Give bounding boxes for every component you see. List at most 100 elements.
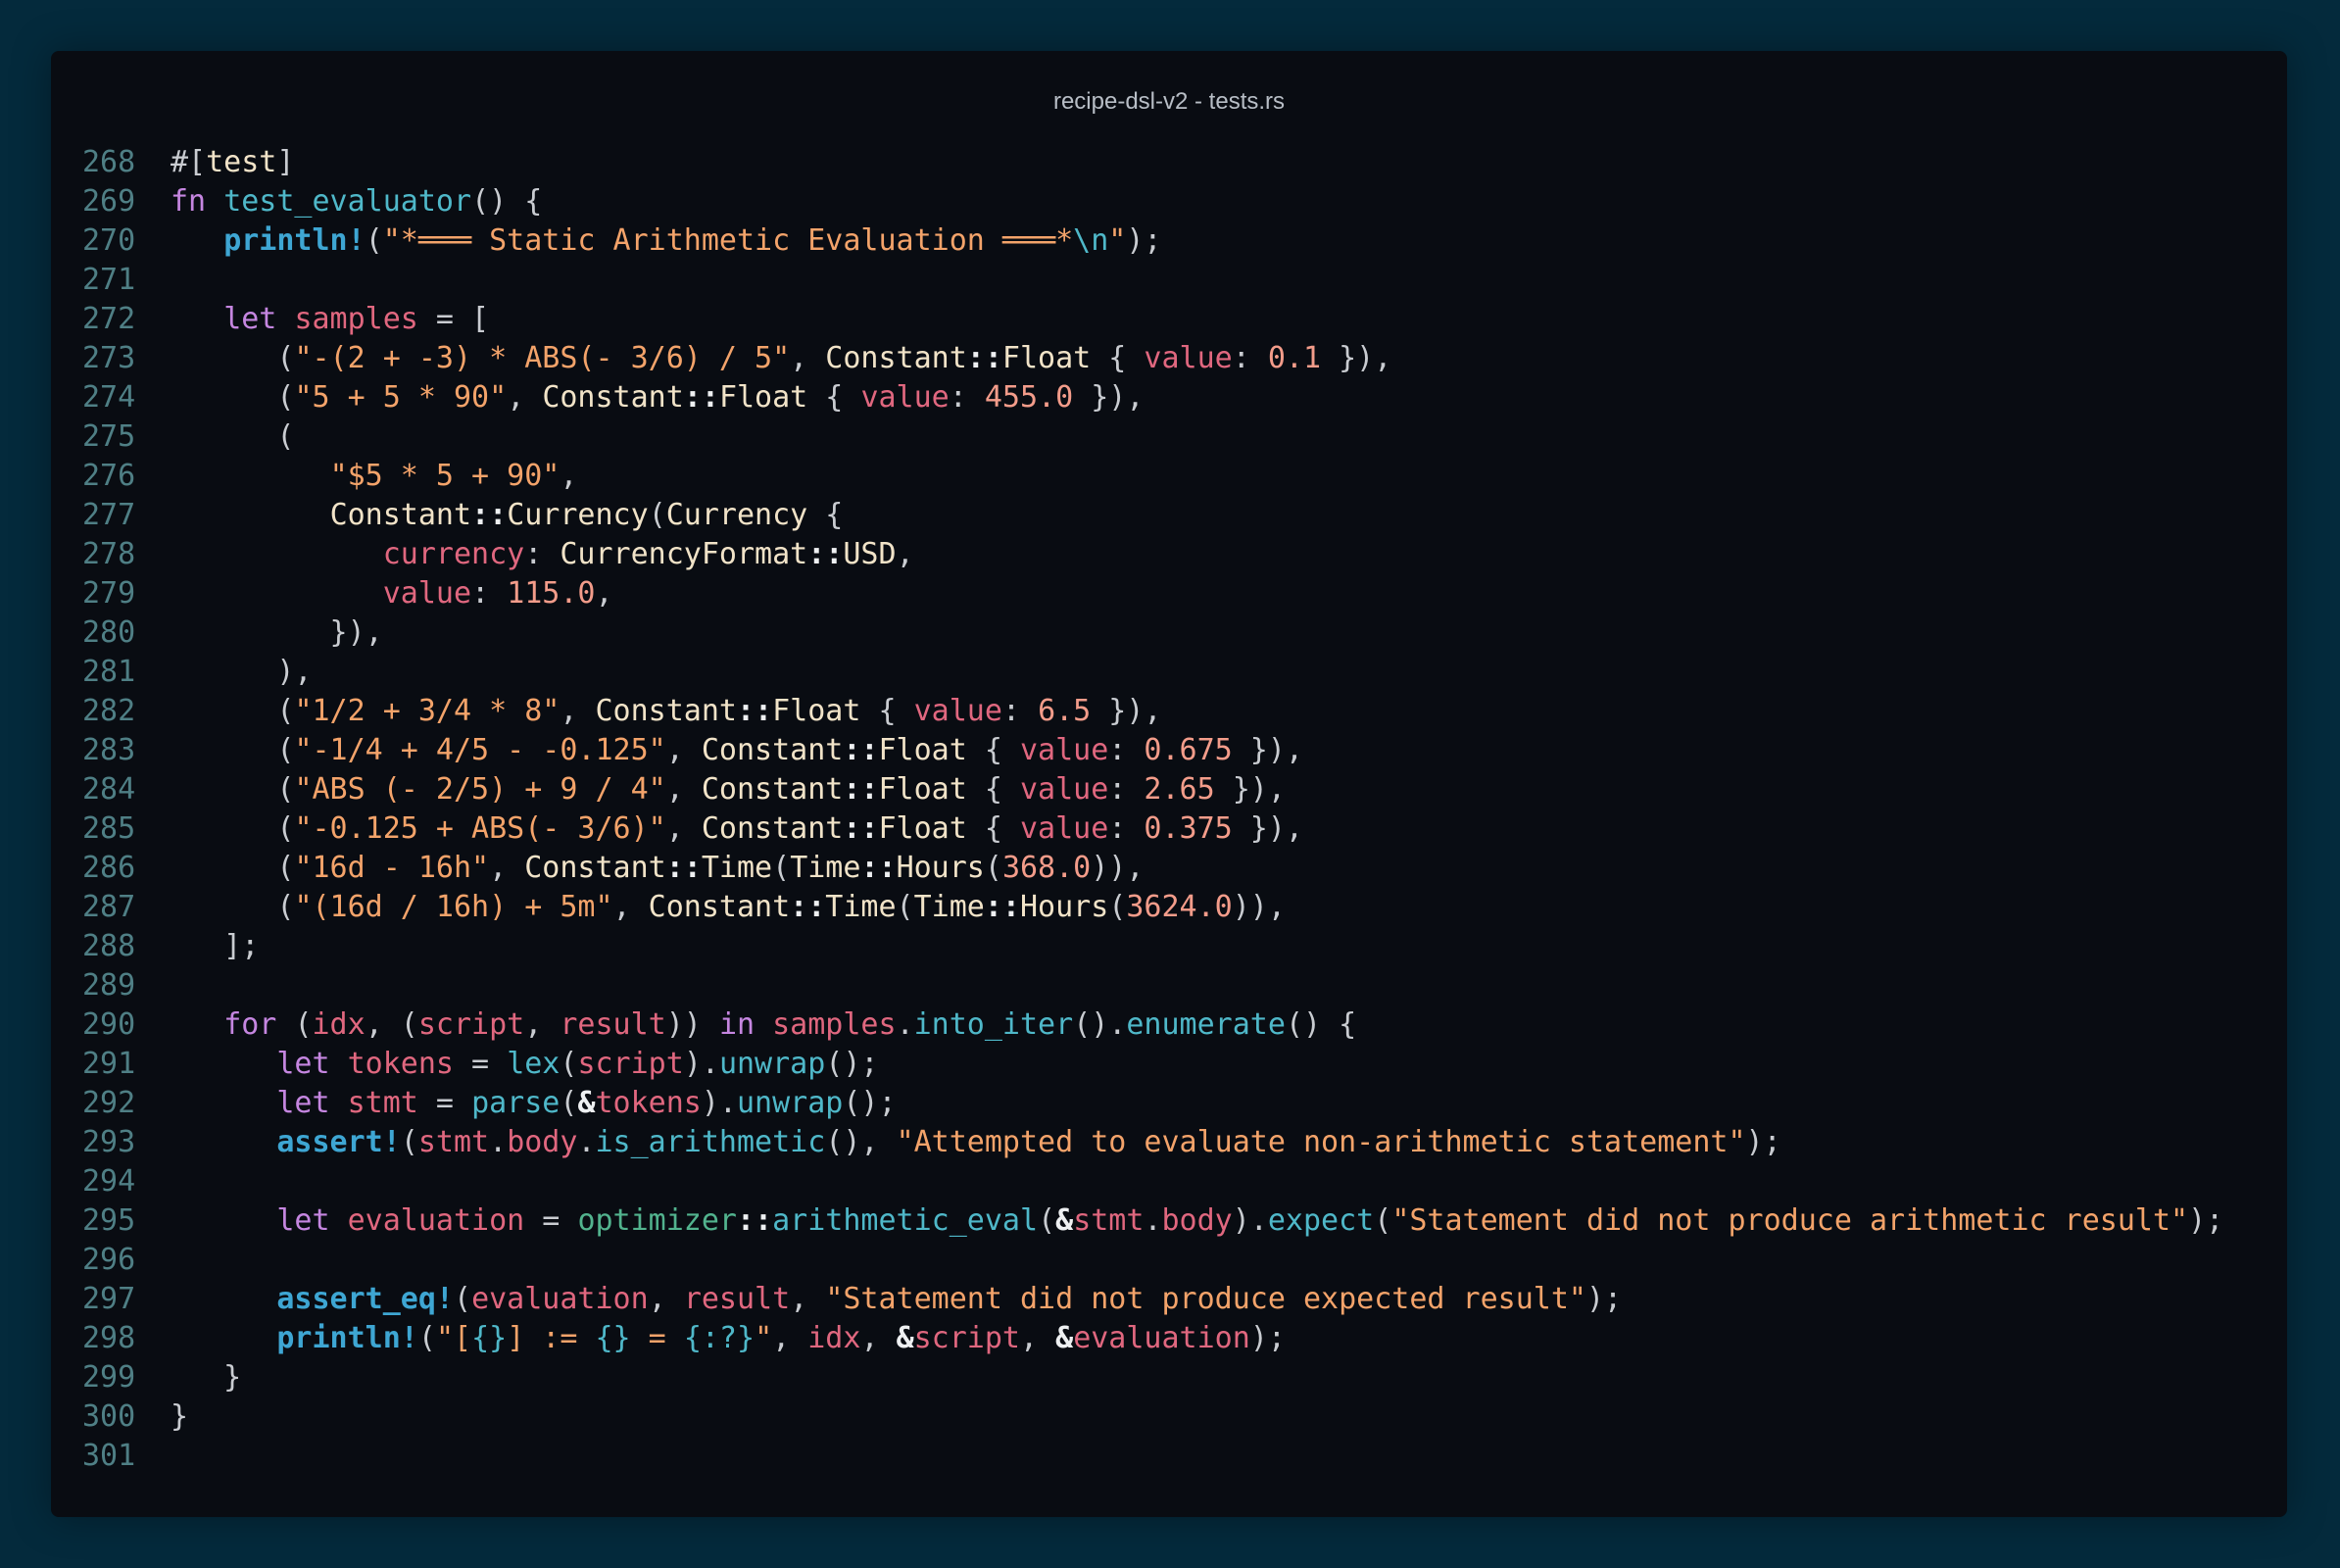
line-source: assert_eq!(evaluation, result, "Statemen… — [171, 1280, 1622, 1319]
code-line[interactable]: 285 ("-0.125 + ABS(- 3/6)", Constant::Fl… — [82, 809, 2223, 849]
code-token: , — [560, 459, 578, 493]
code-token: }), — [1321, 341, 1392, 375]
code-line[interactable]: 271 — [82, 261, 2223, 300]
code-token: let — [276, 1203, 348, 1238]
code-token: ), — [171, 655, 313, 689]
line-source: ]; — [171, 927, 259, 966]
code-token: "16d - 16h" — [294, 851, 490, 885]
code-token: idx — [312, 1007, 366, 1042]
code-line[interactable]: 275 ( — [82, 417, 2223, 457]
code-token: script — [577, 1047, 684, 1081]
code-token: ). — [701, 1086, 737, 1120]
code-token: 455.0 — [984, 380, 1074, 415]
code-token: "(16d / 16h) + 5m" — [294, 890, 613, 924]
code-line[interactable]: 274 ("5 + 5 * 90", Constant::Float { val… — [82, 378, 2223, 417]
line-number: 297 — [82, 1282, 136, 1316]
code-token: = — [524, 1203, 578, 1238]
code-token: Time — [701, 851, 773, 885]
code-token: ( — [1374, 1203, 1392, 1238]
code-token: :: — [737, 694, 773, 728]
code-token: = — [454, 1047, 508, 1081]
code-line[interactable]: 273 ("-(2 + -3) * ABS(- 3/6) / 5", Const… — [82, 339, 2223, 378]
line-source: ("-1/4 + 4/5 - -0.125", Constant::Float … — [171, 731, 1303, 770]
code-token: assert! — [276, 1125, 401, 1159]
code-line[interactable]: 296 — [82, 1241, 2223, 1280]
code-token: println! — [276, 1321, 418, 1355]
line-number: 283 — [82, 733, 136, 767]
code-token: tokens — [347, 1047, 454, 1081]
line-number: 276 — [82, 459, 136, 493]
code-token: :: — [471, 498, 508, 532]
code-line[interactable]: 292 let stmt = parse(&tokens).unwrap(); — [82, 1084, 2223, 1123]
code-line[interactable]: 295 let evaluation = optimizer::arithmet… — [82, 1201, 2223, 1241]
code-line[interactable]: 281 ), — [82, 653, 2223, 692]
code-token: , — [772, 1321, 808, 1355]
code-line[interactable]: 300} — [82, 1397, 2223, 1437]
line-number: 284 — [82, 772, 136, 807]
code-token: ); — [2188, 1203, 2224, 1238]
line-source: let stmt = parse(&tokens).unwrap(); — [171, 1084, 896, 1123]
code-line[interactable]: 276 "$5 * 5 + 90", — [82, 457, 2223, 496]
code-line[interactable]: 289 — [82, 966, 2223, 1005]
code-line[interactable]: 297 assert_eq!(evaluation, result, "Stat… — [82, 1280, 2223, 1319]
code-token: unwrap — [718, 1047, 826, 1081]
code-token: println! — [223, 223, 366, 258]
code-token: Float — [878, 811, 967, 846]
code-line[interactable]: 268 #[test] — [82, 143, 2223, 182]
code-token: , ( — [365, 1007, 418, 1042]
code-token: value — [1144, 341, 1233, 375]
code-token: Hours — [896, 851, 985, 885]
line-number: 301 — [82, 1439, 136, 1473]
code-token: ( — [772, 851, 791, 885]
code-token: }), — [1232, 811, 1303, 846]
code-line[interactable]: 290 for (idx, (script, result)) in sampl… — [82, 1005, 2223, 1045]
code-token: Hours — [1019, 890, 1109, 924]
code-line[interactable]: 283 ("-1/4 + 4/5 - -0.125", Constant::Fl… — [82, 731, 2223, 770]
code-token: ); — [1745, 1125, 1781, 1159]
code-token: ( — [400, 1125, 418, 1159]
code-line[interactable]: 293 assert!(stmt.body.is_arithmetic(), "… — [82, 1123, 2223, 1162]
code-token: )) — [665, 1007, 719, 1042]
line-number: 294 — [82, 1164, 136, 1199]
code-line[interactable]: 301 — [82, 1437, 2223, 1476]
code-token: stmt — [1073, 1203, 1145, 1238]
code-line[interactable]: 299 } — [82, 1358, 2223, 1397]
code-line[interactable]: 286 ("16d - 16h", Constant::Time(Time::H… — [82, 849, 2223, 888]
code-token: , — [524, 1007, 561, 1042]
code-line[interactable]: 287 ("(16d / 16h) + 5m", Constant::Time(… — [82, 888, 2223, 927]
code-line[interactable]: 280 }), — [82, 613, 2223, 653]
code-line[interactable]: 291 let tokens = lex(script).unwrap(); — [82, 1045, 2223, 1084]
code-line[interactable]: 279 value: 115.0, — [82, 574, 2223, 613]
code-line[interactable]: 294 — [82, 1162, 2223, 1201]
code-line[interactable]: 277 Constant::Currency(Currency { — [82, 496, 2223, 535]
code-line[interactable]: 269 fn test_evaluator() { — [82, 182, 2223, 221]
line-source: }), — [171, 613, 383, 653]
line-number: 299 — [82, 1360, 136, 1395]
code-token: stmt — [417, 1125, 490, 1159]
code-token: tokens — [595, 1086, 702, 1120]
code-token: currency — [382, 537, 525, 571]
code-token: ( — [294, 1007, 313, 1042]
code-line[interactable]: 284 ("ABS (- 2/5) + 9 / 4", Constant::Fl… — [82, 770, 2223, 809]
code-line[interactable]: 288 ]; — [82, 927, 2223, 966]
line-number: 300 — [82, 1399, 136, 1434]
code-line[interactable]: 270 println!("*═══ Static Arithmetic Eva… — [82, 221, 2223, 261]
code-token: { — [966, 811, 1020, 846]
code-token: Constant — [701, 772, 844, 807]
code-token: 0.1 — [1267, 341, 1322, 375]
code-token: , — [665, 733, 702, 767]
code-line[interactable]: 272 let samples = [ — [82, 300, 2223, 339]
code-token: 6.5 — [1038, 694, 1092, 728]
code-token: let — [276, 1047, 348, 1081]
code-line[interactable]: 282 ("1/2 + 3/4 * 8", Constant::Float { … — [82, 692, 2223, 731]
code-line[interactable]: 298 println!("[{}] := {} = {:?}", idx, &… — [82, 1319, 2223, 1358]
line-source: #[test] — [171, 143, 294, 182]
line-source: ("16d - 16h", Constant::Time(Time::Hours… — [171, 849, 1144, 888]
code-token: , — [790, 1282, 826, 1316]
code-line[interactable]: 278 currency: CurrencyFormat::USD, — [82, 535, 2223, 574]
code-area[interactable]: 268 #[test] 269 fn test_evaluator() {270 pr… — [82, 143, 2223, 1476]
code-token: "Statement did not produce expected resu… — [825, 1282, 1586, 1316]
